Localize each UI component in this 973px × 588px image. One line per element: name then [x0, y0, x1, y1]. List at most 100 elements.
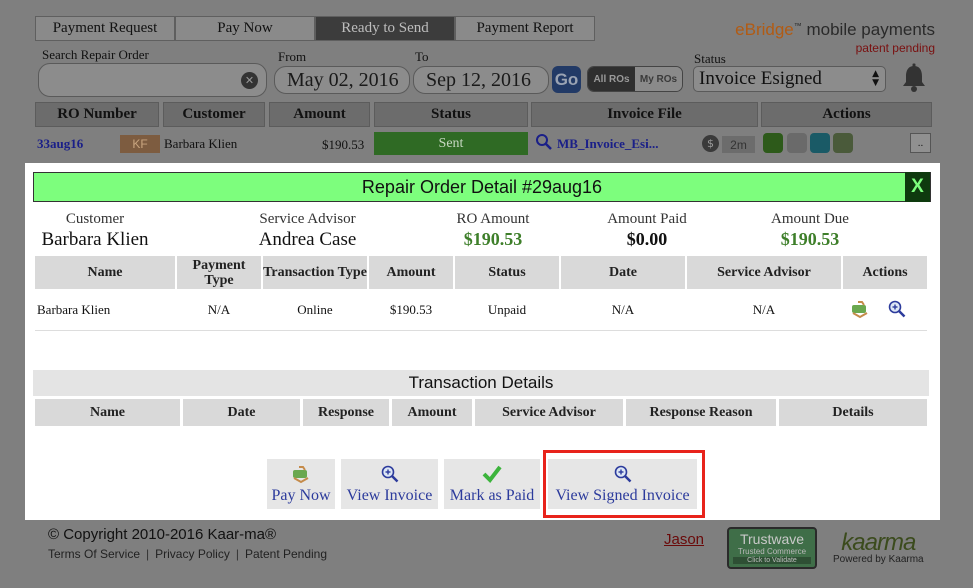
summary-paid: Amount Paid $0.00 — [597, 211, 697, 250]
ro-scope-toggle: All ROs My ROs — [587, 66, 683, 92]
payment-hand-icon[interactable] — [833, 133, 853, 153]
close-modal-button[interactable]: X — [905, 172, 930, 202]
powered-by: Powered by Kaarma — [833, 554, 924, 565]
pay-col-name: Name — [35, 256, 175, 289]
copyright: © Copyright 2010-2016 Kaar-ma® — [48, 526, 277, 543]
pay-hand-icon — [293, 466, 309, 484]
summary-advisor: Service Advisor Andrea Case — [245, 211, 370, 251]
pay-col-status: Status — [455, 256, 559, 289]
separator: | — [146, 547, 150, 561]
trustwave-sub: Trusted Commerce — [737, 547, 807, 556]
invoice-file-link[interactable]: MB_Invoice_Esi... — [557, 136, 658, 152]
terms-link[interactable]: Terms Of Service — [48, 547, 140, 561]
ro-amount-label: RO Amount — [456, 211, 530, 227]
tx-col-amount: Amount — [392, 399, 472, 426]
footer-links: Terms Of Service | Privacy Policy | Pate… — [48, 547, 327, 561]
pay-col-actions: Actions — [843, 256, 927, 289]
tab-payment-report[interactable]: Payment Report — [455, 16, 595, 41]
all-ros-button[interactable]: All ROs — [588, 67, 635, 91]
phone-icon[interactable] — [810, 133, 830, 153]
row-amount: $190.53 — [322, 137, 365, 152]
col-ro-number[interactable]: RO Number — [35, 102, 159, 127]
pay-col-service-advisor: Service Advisor — [687, 256, 841, 289]
tx-col-date: Date — [183, 399, 300, 426]
status-select[interactable]: Invoice Esigned ▲ ▼ — [693, 66, 886, 92]
checkmark-icon — [482, 465, 502, 484]
summary-ro-amount: RO Amount $190.53 — [443, 211, 543, 250]
clear-search-icon[interactable]: ✕ — [241, 72, 258, 89]
mark-as-paid-button[interactable]: Mark as Paid — [444, 459, 540, 509]
tx-col-details: Details — [779, 399, 927, 426]
pay-row-payment-type: N/A — [207, 302, 231, 317]
more-button[interactable]: .. — [910, 133, 931, 153]
tx-col-response: Response — [303, 399, 389, 426]
user-link[interactable]: Jason — [664, 531, 704, 548]
tx-col-name: Name — [35, 399, 180, 426]
magnifier-icon — [381, 465, 398, 483]
col-amount[interactable]: Amount — [269, 102, 370, 127]
amount-paid-value: $0.00 — [626, 229, 668, 249]
top-nav: Payment Request Pay Now Ready to Send Pa… — [35, 16, 595, 41]
col-invoice-file[interactable]: Invoice File — [531, 102, 758, 127]
my-ros-button[interactable]: My ROs — [635, 67, 682, 91]
ro-amount-value: $190.53 — [463, 229, 523, 249]
pay-col-transaction-type: Transaction Type — [263, 256, 367, 289]
view-invoice-button[interactable]: View Invoice — [341, 459, 438, 509]
col-actions[interactable]: Actions — [761, 102, 932, 127]
trustwave-validate: Click to Validate — [733, 557, 811, 564]
tx-col-service-advisor: Service Advisor — [475, 399, 623, 426]
bell-icon[interactable] — [900, 63, 928, 93]
pay-col-payment-type: Payment Type — [177, 256, 261, 289]
status-badge: Sent — [374, 132, 528, 155]
patent-link[interactable]: Patent Pending — [245, 547, 327, 561]
pay-row-name: Barbara Klien — [37, 302, 111, 317]
trustwave-badge[interactable]: Trustwave Trusted Commerce Click to Vali… — [727, 527, 817, 569]
kaarma-logo: kaarma Powered by Kaarma — [833, 529, 924, 565]
amount-paid-label: Amount Paid — [607, 211, 687, 227]
from-label: From — [278, 49, 307, 64]
ro-number-link[interactable]: 33aug16 — [37, 136, 83, 152]
col-customer[interactable]: Customer — [163, 102, 265, 127]
pay-row-status: Unpaid — [487, 302, 527, 317]
pay-col-amount: Amount — [369, 256, 453, 289]
tab-payment-request[interactable]: Payment Request — [35, 16, 175, 41]
from-date-input[interactable]: May 02, 2016 — [274, 66, 410, 94]
tab-pay-now[interactable]: Pay Now — [175, 16, 315, 41]
kaarma-wordmark: kaarma — [841, 529, 916, 556]
brand-subtitle: patent pending — [855, 41, 935, 55]
separator: | — [235, 547, 239, 561]
pay-col-date: Date — [561, 256, 685, 289]
pay-row-date: N/A — [611, 302, 635, 317]
go-button[interactable]: Go — [552, 66, 581, 93]
modal-title-bar: Repair Order Detail #29aug16 X — [33, 172, 931, 202]
row-customer: Barbara Klien — [164, 136, 238, 151]
pay-row-amount: $190.53 — [389, 302, 433, 317]
brand-logo: eBridge™ mobile payments patent pending — [735, 20, 935, 55]
col-status[interactable]: Status — [374, 102, 528, 127]
email-icon[interactable] — [787, 133, 807, 153]
pay-hand-icon[interactable] — [850, 299, 870, 319]
customer-value: Barbara Klien — [41, 229, 149, 250]
elapsed-time-badge: 2m — [722, 136, 755, 153]
pay-now-button[interactable]: Pay Now — [267, 459, 335, 509]
search-input[interactable]: ✕ — [38, 63, 267, 97]
highlight-box — [543, 450, 705, 518]
trustwave-title: Trustwave — [739, 531, 805, 547]
summary-due: Amount Due $190.53 — [760, 211, 860, 250]
summary-customer: Customer Barbara Klien — [35, 211, 155, 251]
dollar-icon: $ — [702, 135, 719, 152]
amount-due-label: Amount Due — [771, 211, 849, 227]
pay-row-transaction-type: Online — [297, 302, 333, 317]
privacy-link[interactable]: Privacy Policy — [155, 547, 230, 561]
view-detail-icon[interactable] — [887, 299, 907, 319]
to-date-input[interactable]: Sep 12, 2016 — [413, 66, 549, 94]
customer-label: Customer — [65, 211, 125, 227]
tab-ready-to-send[interactable]: Ready to Send — [315, 16, 455, 41]
modal-title: Repair Order Detail #29aug16 — [361, 176, 603, 197]
select-arrows-icon: ▲ ▼ — [872, 69, 879, 88]
advisor-value: Andrea Case — [258, 229, 357, 250]
chat-icon[interactable] — [763, 133, 783, 153]
amount-due-value: $190.53 — [780, 229, 840, 249]
view-invoice-icon[interactable] — [535, 133, 553, 151]
advisor-initials-badge: KF — [120, 135, 160, 153]
